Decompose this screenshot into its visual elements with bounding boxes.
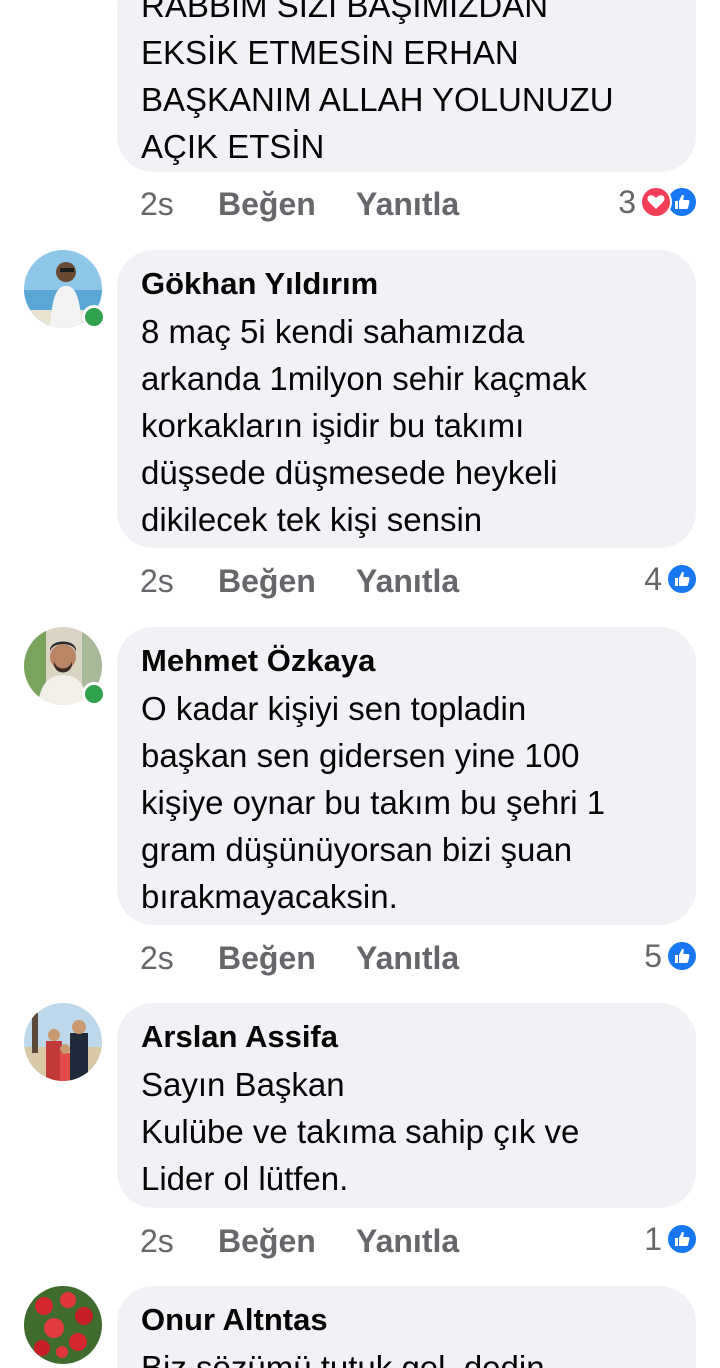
reply-button[interactable]: Yanıtla: [356, 940, 459, 977]
reaction-count: 1: [644, 1220, 662, 1257]
comment-text: Biz sözümü tutuk gel, dedin: [141, 1349, 545, 1368]
comment-author[interactable]: Arslan Assifa: [141, 1017, 672, 1057]
like-icon: [666, 940, 698, 972]
like-button[interactable]: Beğen: [218, 1223, 356, 1260]
love-icon: [640, 186, 672, 218]
like-button[interactable]: Beğen: [218, 940, 356, 977]
like-icon: [666, 1223, 698, 1255]
comment-bubble: RABBİM SİZİ BAŞIMIZDAN EKSİK ETMESİN ERH…: [117, 0, 696, 172]
online-status-icon: [82, 305, 106, 329]
comment-actions: 2s Beğen Yanıtla: [140, 559, 459, 603]
avatar[interactable]: [24, 1003, 102, 1081]
like-button[interactable]: Beğen: [218, 563, 356, 600]
comment-author[interactable]: Mehmet Özkaya: [141, 641, 672, 681]
comment-text: 8 maç 5i kendi sahamızda arkanda 1milyon…: [141, 313, 587, 538]
like-icon: [666, 563, 698, 595]
comment-timestamp[interactable]: 2s: [140, 940, 218, 977]
comment-actions: 2s Beğen Yanıtla: [140, 1219, 459, 1263]
comment-text: RABBİM SİZİ BAŞIMIZDAN EKSİK ETMESİN ERH…: [141, 0, 614, 165]
reaction-summary[interactable]: 5: [644, 934, 698, 978]
comment-bubble: Onur Altntas Biz sözümü tutuk gel, dedin: [117, 1286, 696, 1368]
comment-text: Sayın Başkan Kulübe ve takıma sahip çık …: [141, 1066, 580, 1197]
comment-author[interactable]: Onur Altntas: [141, 1300, 672, 1340]
reaction-summary[interactable]: 3: [618, 180, 698, 224]
comment-timestamp[interactable]: 2s: [140, 186, 218, 223]
reply-button[interactable]: Yanıtla: [356, 1223, 459, 1260]
reaction-count: 4: [644, 560, 662, 597]
comment-bubble: Gökhan Yıldırım 8 maç 5i kendi sahamızda…: [117, 250, 696, 548]
reaction-summary[interactable]: 4: [644, 557, 698, 601]
reaction-summary[interactable]: 1: [644, 1217, 698, 1261]
comment-timestamp[interactable]: 2s: [140, 563, 218, 600]
comment-bubble: Arslan Assifa Sayın Başkan Kulübe ve tak…: [117, 1003, 696, 1208]
reaction-count: 5: [644, 937, 662, 974]
comment-author[interactable]: Gökhan Yıldırım: [141, 264, 672, 304]
reply-button[interactable]: Yanıtla: [356, 563, 459, 600]
online-status-icon: [82, 682, 106, 706]
reaction-count: 3: [618, 183, 636, 220]
avatar[interactable]: [24, 1286, 102, 1364]
like-button[interactable]: Beğen: [218, 186, 356, 223]
comment-actions: 2s Beğen Yanıtla: [140, 936, 459, 980]
comment-bubble: Mehmet Özkaya O kadar kişiyi sen topladi…: [117, 627, 696, 925]
comment-timestamp[interactable]: 2s: [140, 1223, 218, 1260]
reply-button[interactable]: Yanıtla: [356, 186, 459, 223]
comment-actions: 2s Beğen Yanıtla: [140, 182, 459, 226]
comment-text: O kadar kişiyi sen topladin başkan sen g…: [141, 690, 606, 915]
